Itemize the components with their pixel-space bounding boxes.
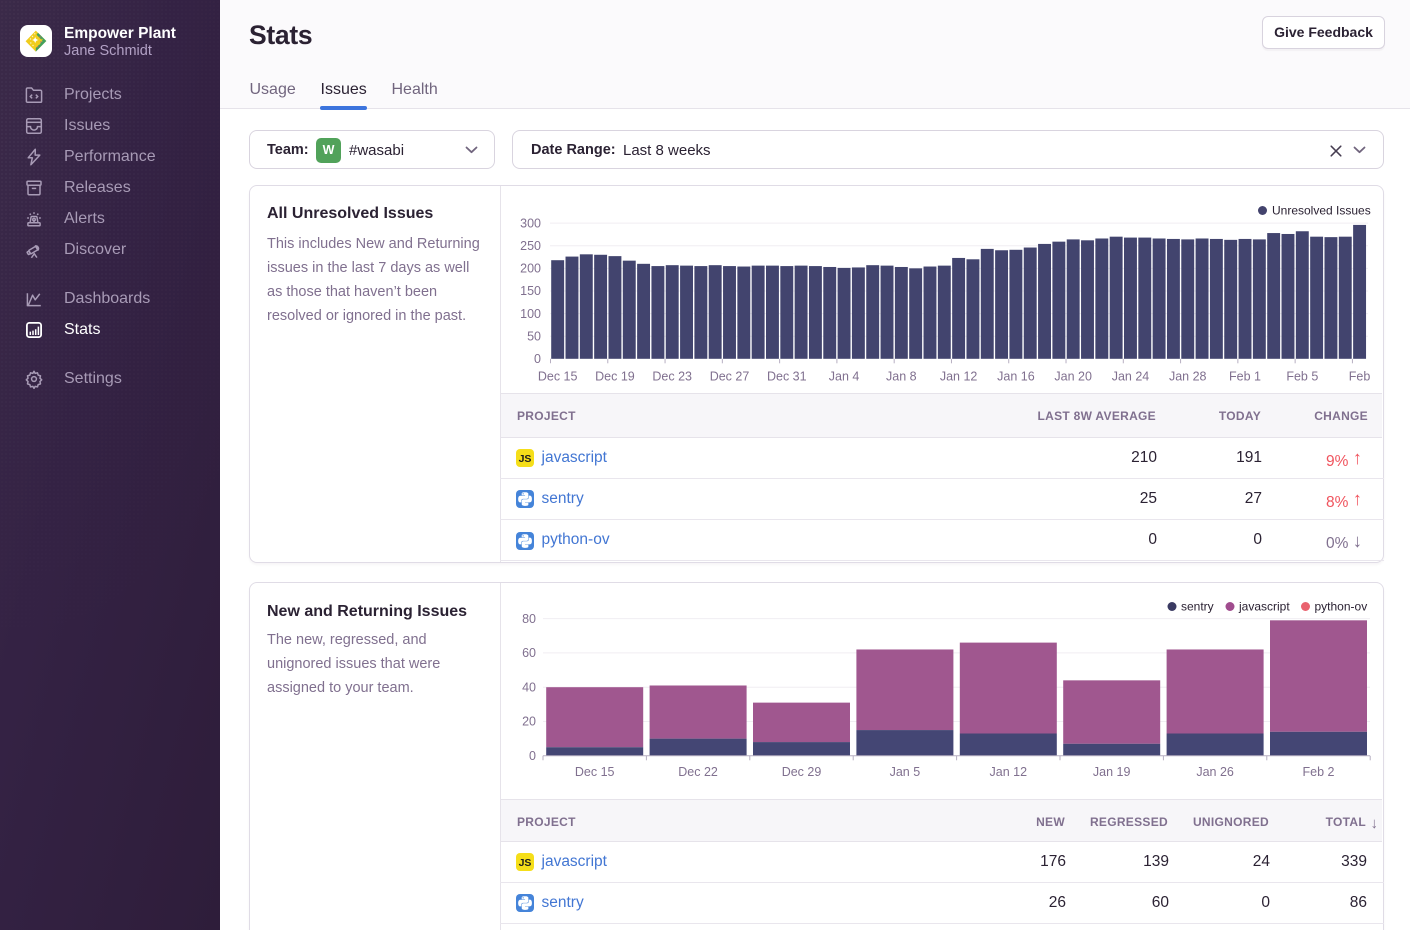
- svg-text:JS: JS: [519, 857, 532, 869]
- svg-text:JS: JS: [519, 453, 532, 465]
